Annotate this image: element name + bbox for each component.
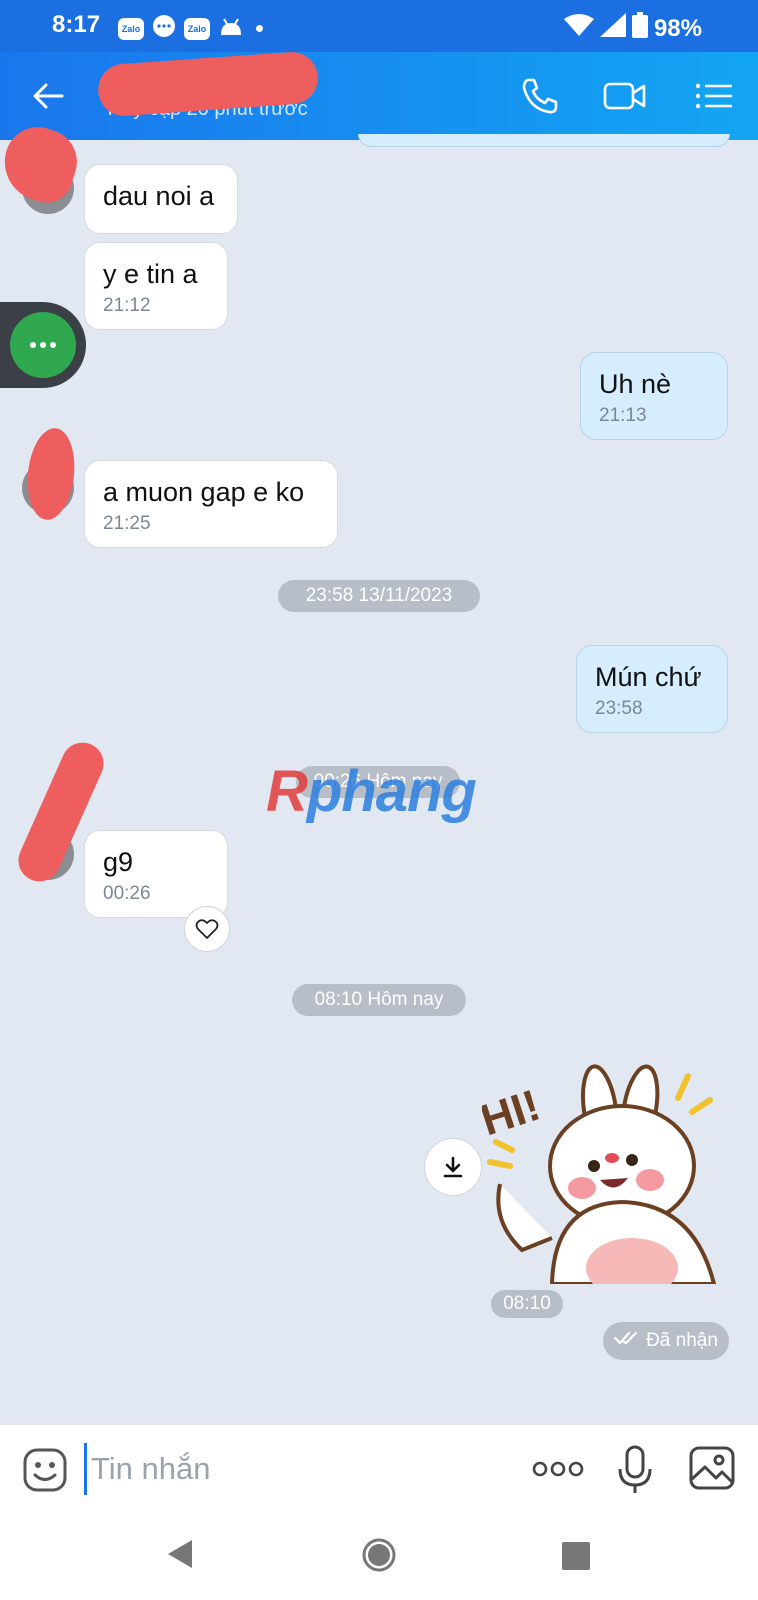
delivery-status: Đã nhận	[603, 1322, 729, 1360]
heart-react-icon[interactable]	[184, 906, 230, 952]
previous-message-edge	[358, 134, 730, 147]
message-time: 00:26	[103, 883, 151, 904]
chat-header: Truy cập 20 phút trước	[0, 50, 758, 140]
message-bubble-incoming[interactable]: g9 00:26	[84, 830, 228, 918]
wifi-icon	[563, 13, 594, 44]
message-time: 23:58	[595, 698, 643, 719]
hi-bunny-sticker[interactable]: HI!	[475, 1054, 732, 1298]
emoji-icon[interactable]	[22, 1447, 68, 1493]
message-text: Uh nè	[599, 369, 672, 399]
more-notifications-dot	[256, 25, 263, 32]
video-call-icon[interactable]	[602, 74, 646, 118]
message-bubble-incoming[interactable]: dau noi a	[84, 164, 238, 234]
nav-recents-icon[interactable]	[562, 1542, 590, 1575]
phone-icon[interactable]	[518, 74, 562, 118]
message-text: a muon gap e ko	[103, 477, 305, 507]
nav-home-icon[interactable]	[362, 1538, 396, 1577]
delivery-status-text: Đã nhận	[646, 1330, 718, 1351]
avatar-redaction-scribble	[23, 425, 79, 523]
message-text: Mún chứ	[595, 662, 702, 692]
message-bubble-outgoing[interactable]: Uh nè 21:13	[580, 352, 728, 440]
back-arrow-icon[interactable]	[28, 76, 68, 116]
status-bar: 8:17 Zalo Zalo 98%	[0, 0, 758, 52]
nav-back-icon[interactable]	[164, 1538, 196, 1575]
message-time: 21:13	[599, 405, 647, 426]
svg-text:HI!: HI!	[482, 1081, 546, 1146]
message-time: 21:12	[103, 295, 151, 316]
zalo-notification-icon: Zalo	[184, 17, 210, 40]
android-icon	[218, 15, 244, 42]
image-icon[interactable]	[688, 1445, 736, 1491]
more-options-icon[interactable]	[10, 312, 76, 378]
message-text: dau noi a	[103, 181, 215, 211]
system-navigation-bar	[0, 1512, 758, 1600]
message-bubble-incoming[interactable]: y e tin a 21:12	[84, 242, 228, 330]
more-actions-icon[interactable]	[532, 1455, 584, 1483]
download-icon[interactable]	[424, 1138, 482, 1196]
double-check-icon	[613, 1330, 640, 1352]
message-composer	[0, 1424, 758, 1513]
notification-icons: Zalo Zalo	[118, 14, 263, 43]
message-text: y e tin a	[103, 259, 198, 289]
sticker-time: 08:10	[491, 1290, 563, 1318]
message-text: g9	[103, 847, 134, 877]
messenger-icon	[152, 14, 176, 43]
signal-icon	[599, 13, 626, 44]
message-bubble-incoming[interactable]: a muon gap e ko 21:25	[84, 460, 338, 548]
message-input[interactable]	[84, 1443, 493, 1495]
chat-area[interactable]: dau noi a y e tin a 21:12 Uh nè 21:13 a …	[0, 118, 758, 1420]
system-status: 98%	[563, 12, 702, 45]
date-divider: 23:58 13/11/2023	[278, 580, 480, 612]
status-time: 8:17	[52, 11, 101, 38]
list-menu-icon[interactable]	[692, 74, 736, 118]
zalo-notification-icon: Zalo	[118, 17, 144, 40]
message-bubble-outgoing[interactable]: Mún chứ 23:58	[576, 645, 728, 733]
watermark-logo: Rphang	[266, 759, 477, 824]
battery-icon	[631, 12, 648, 45]
date-divider: 08:10 Hôm nay	[292, 984, 466, 1016]
microphone-icon[interactable]	[616, 1445, 654, 1495]
battery-percent: 98%	[653, 14, 702, 42]
message-time: 21:25	[103, 513, 151, 534]
floating-chat-head[interactable]	[0, 302, 86, 388]
